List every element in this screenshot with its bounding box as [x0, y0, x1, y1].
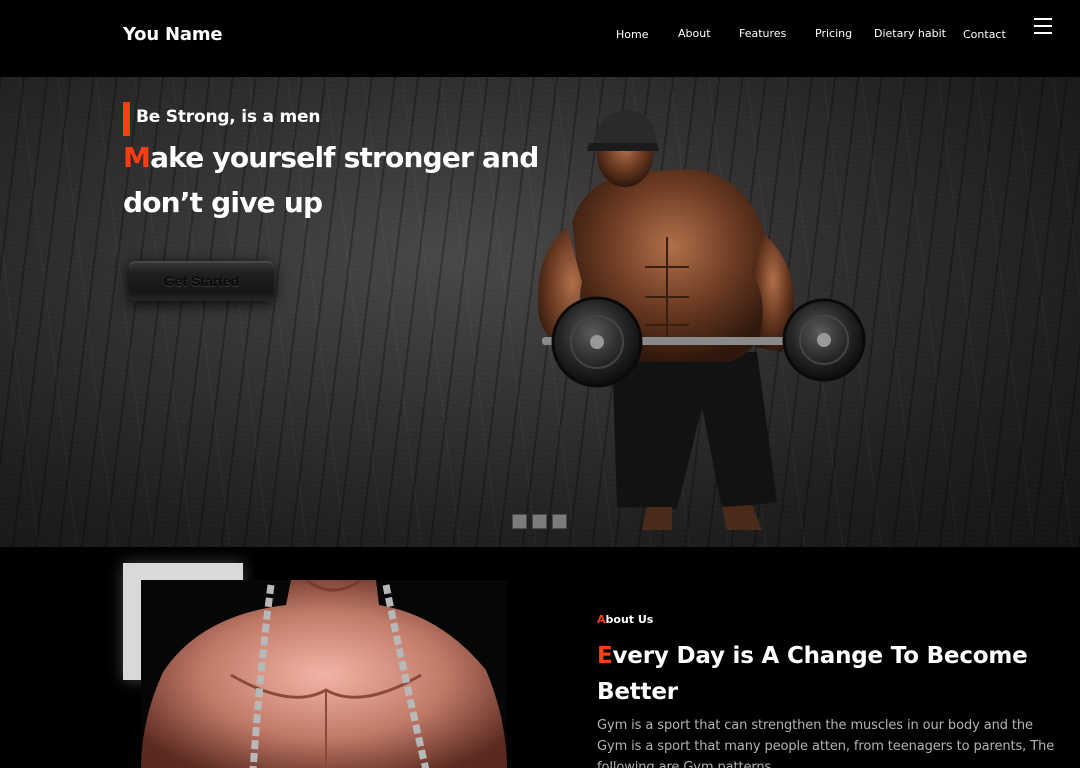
- about-title: Every Day is A Change To Become Better: [597, 643, 1028, 705]
- nav-link-features[interactable]: Features: [739, 27, 786, 40]
- headline-text: ake yourself stronger and don’t give up: [123, 141, 539, 219]
- slider-dots: [512, 514, 572, 530]
- nav-link-about[interactable]: About: [678, 27, 711, 40]
- top-navbar: You Name Home About Features Pricing Die…: [0, 0, 1080, 77]
- hamburger-menu-icon[interactable]: [1034, 18, 1052, 34]
- hero-section: Be Strong, is a men Make yourself strong…: [0, 77, 1080, 547]
- about-us-label: About Us: [597, 613, 654, 626]
- about-description: Gym is a sport that can strengthen the m…: [597, 718, 1055, 768]
- nav-link-dietary-habit[interactable]: Dietary habit: [874, 27, 946, 40]
- nav-link-home[interactable]: Home: [616, 28, 648, 41]
- hero-tagline: Be Strong, is a men: [136, 107, 321, 127]
- slider-dot[interactable]: [512, 514, 527, 529]
- slider-dot[interactable]: [532, 514, 547, 529]
- get-started-button[interactable]: Get Started: [129, 261, 274, 301]
- slider-dot[interactable]: [552, 514, 567, 529]
- hero-headline: Make yourself stronger and don’t give up: [123, 135, 593, 225]
- nav-link-pricing[interactable]: Pricing: [815, 27, 852, 40]
- tagline-accent-bar: [123, 102, 130, 136]
- about-section: About Us Every Day is A Change To Become…: [0, 547, 1080, 768]
- nav-links: Home About Features Pricing Dietary habi…: [0, 27, 1080, 43]
- headline-accent-letter: M: [123, 141, 151, 174]
- nav-link-contact[interactable]: Contact: [963, 28, 1006, 41]
- muscular-man-with-chains-image: [141, 580, 507, 768]
- bodybuilder-image: [537, 110, 866, 530]
